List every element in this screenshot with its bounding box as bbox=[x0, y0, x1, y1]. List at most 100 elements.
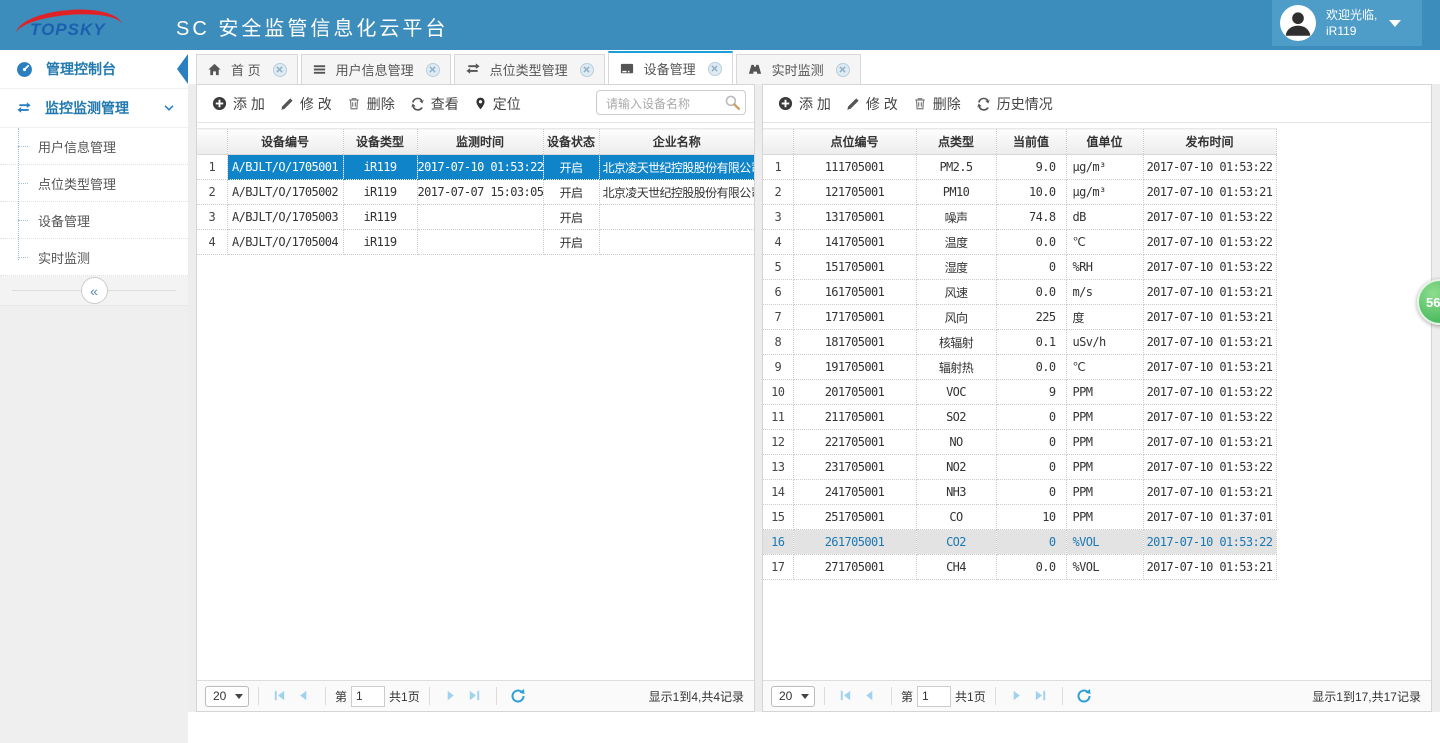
tab-close-icon[interactable] bbox=[708, 62, 722, 76]
table-cell: PPM bbox=[1066, 480, 1143, 505]
column-header[interactable]: 设备类型 bbox=[343, 129, 417, 155]
column-header[interactable]: 值单位 bbox=[1066, 129, 1143, 155]
device-table: 设备编号设备类型监测时间设备状态企业名称1A/BJLT/O/1705001iR1… bbox=[197, 128, 754, 255]
topsky-logo[interactable]: TOPSKY bbox=[14, 3, 130, 47]
last-page-icon[interactable] bbox=[467, 688, 483, 704]
reload-page-icon[interactable] bbox=[1076, 688, 1092, 704]
table-row[interactable]: 2A/BJLT/O/1705002iR1192017-07-07 15:03:0… bbox=[197, 180, 754, 205]
first-page-icon[interactable] bbox=[272, 688, 288, 704]
table-cell: 131705001 bbox=[793, 205, 916, 230]
table-row[interactable]: 1111705001PM2.59.0μg/m³2017-07-10 01:53:… bbox=[763, 155, 1276, 180]
tab-point-type[interactable]: 点位类型管理 bbox=[454, 54, 605, 84]
table-row[interactable]: 9191705001辐射热0.0℃2017-07-10 01:53:21 bbox=[763, 355, 1276, 380]
tab-close-icon[interactable] bbox=[273, 63, 287, 77]
table-row[interactable]: 3A/BJLT/O/1705003iR119开启 bbox=[197, 205, 754, 230]
table-cell: NH3 bbox=[916, 480, 996, 505]
column-header[interactable]: 企业名称 bbox=[599, 129, 754, 155]
sidebar-item-monitor-mgmt[interactable]: 监控监测管理 bbox=[0, 89, 188, 128]
table-cell: iR119 bbox=[343, 180, 417, 205]
table-row[interactable]: 4A/BJLT/O/1705004iR119开启 bbox=[197, 230, 754, 255]
table-cell: 2017-07-10 01:53:21 bbox=[1143, 480, 1276, 505]
prev-page-icon[interactable] bbox=[296, 688, 312, 704]
edit-button[interactable]: 修 改 bbox=[846, 94, 898, 114]
table-row[interactable]: 16261705001CO20%VOL2017-07-10 01:53:22 bbox=[763, 530, 1276, 555]
row-number-header bbox=[197, 129, 227, 155]
user-menu[interactable]: 欢迎光临, iR119 bbox=[1272, 0, 1422, 46]
tab-user-info[interactable]: 用户信息管理 bbox=[301, 54, 451, 84]
table-row[interactable]: 4141705001温度0.0℃2017-07-10 01:53:22 bbox=[763, 230, 1276, 255]
table-row[interactable]: 10201705001VOC9PPM2017-07-10 01:53:22 bbox=[763, 380, 1276, 405]
tab-close-icon[interactable] bbox=[426, 63, 440, 77]
tab-device[interactable]: 设备管理 bbox=[608, 51, 733, 84]
sidebar-collapse-button[interactable]: « bbox=[0, 276, 188, 306]
view-button[interactable]: 查看 bbox=[410, 94, 459, 114]
table-row[interactable]: 6161705001风速0.0m/s2017-07-10 01:53:21 bbox=[763, 280, 1276, 305]
table-cell: 2017-07-10 01:53:21 bbox=[1143, 330, 1276, 355]
list-icon bbox=[312, 62, 327, 77]
sidebar-item-console[interactable]: 管理控制台 bbox=[0, 50, 188, 89]
history-button[interactable]: 历史情况 bbox=[976, 94, 1053, 114]
table-row[interactable]: 11211705001SO20PPM2017-07-10 01:53:22 bbox=[763, 405, 1276, 430]
table-cell bbox=[417, 205, 543, 230]
locate-button[interactable]: 定位 bbox=[474, 94, 521, 114]
column-header[interactable]: 设备编号 bbox=[227, 129, 343, 155]
sidebar-subitem-device[interactable]: 设备管理 bbox=[0, 202, 188, 239]
last-page-icon[interactable] bbox=[1033, 688, 1049, 704]
collapse-icon[interactable]: « bbox=[81, 277, 108, 304]
table-row[interactable]: 8181705001核辐射0.1uSv/h2017-07-10 01:53:21 bbox=[763, 330, 1276, 355]
table-row[interactable]: 5151705001湿度0%RH2017-07-10 01:53:22 bbox=[763, 255, 1276, 280]
tab-home[interactable]: 首 页 bbox=[196, 54, 298, 84]
page-size-select[interactable]: 20 bbox=[205, 686, 249, 707]
table-cell: 核辐射 bbox=[916, 330, 996, 355]
table-row[interactable]: 2121705001PM1010.0μg/m³2017-07-10 01:53:… bbox=[763, 180, 1276, 205]
table-cell: 111705001 bbox=[793, 155, 916, 180]
sidebar-subitem-label: 用户信息管理 bbox=[38, 137, 116, 156]
page-number-input[interactable] bbox=[351, 686, 385, 707]
column-header[interactable]: 点位编号 bbox=[793, 129, 916, 155]
column-header[interactable]: 点类型 bbox=[916, 129, 996, 155]
table-cell: PPM bbox=[1066, 405, 1143, 430]
table-cell: 2017-07-10 01:53:22 bbox=[1143, 405, 1276, 430]
table-cell: 2017-07-10 01:53:22 bbox=[1143, 205, 1276, 230]
device-search-input[interactable] bbox=[604, 92, 726, 115]
add-button[interactable]: 添 加 bbox=[778, 94, 831, 114]
prev-page-icon[interactable] bbox=[862, 688, 878, 704]
tab-realtime[interactable]: 实时监测 bbox=[736, 54, 861, 84]
delete-button[interactable]: 删除 bbox=[913, 94, 961, 114]
table-cell: %VOL bbox=[1066, 555, 1143, 580]
page-size-select[interactable]: 20 bbox=[771, 686, 815, 707]
tab-close-icon[interactable] bbox=[836, 63, 850, 77]
first-page-icon[interactable] bbox=[838, 688, 854, 704]
column-header[interactable]: 当前值 bbox=[996, 129, 1066, 155]
table-row[interactable]: 3131705001噪声74.8dB2017-07-10 01:53:22 bbox=[763, 205, 1276, 230]
table-cell: 开启 bbox=[543, 180, 599, 205]
device-panel: 添 加修 改删除查看定位 设备编号设备类型监测时间设备状态企业名称1A/BJLT… bbox=[196, 84, 755, 712]
page-title: SC 安全监管信息化云平台 bbox=[176, 12, 448, 41]
table-row[interactable]: 1A/BJLT/O/1705001iR1192017-07-10 01:53:2… bbox=[197, 155, 754, 180]
column-header[interactable]: 监测时间 bbox=[417, 129, 543, 155]
add-button[interactable]: 添 加 bbox=[212, 94, 265, 114]
delete-button[interactable]: 删除 bbox=[347, 94, 395, 114]
table-row[interactable]: 7171705001风向225度2017-07-10 01:53:21 bbox=[763, 305, 1276, 330]
table-row[interactable]: 14241705001NH30PPM2017-07-10 01:53:21 bbox=[763, 480, 1276, 505]
table-row[interactable]: 12221705001NO0PPM2017-07-10 01:53:21 bbox=[763, 430, 1276, 455]
column-header[interactable]: 发布时间 bbox=[1143, 129, 1276, 155]
table-row[interactable]: 15251705001CO10PPM2017-07-10 01:37:01 bbox=[763, 505, 1276, 530]
sidebar-subitem-realtime[interactable]: 实时监测 bbox=[0, 239, 188, 276]
row-number-cell: 4 bbox=[763, 230, 793, 255]
column-header[interactable]: 设备状态 bbox=[543, 129, 599, 155]
page-number-input[interactable] bbox=[917, 686, 951, 707]
table-row[interactable]: 17271705001CH40.0%VOL2017-07-10 01:53:21 bbox=[763, 555, 1276, 580]
next-page-icon[interactable] bbox=[1009, 688, 1025, 704]
edit-button[interactable]: 修 改 bbox=[280, 94, 332, 114]
reload-page-icon[interactable] bbox=[510, 688, 526, 704]
sidebar-subitem-point-type[interactable]: 点位类型管理 bbox=[0, 165, 188, 202]
next-page-icon[interactable] bbox=[443, 688, 459, 704]
table-row[interactable]: 13231705001NO20PPM2017-07-10 01:53:22 bbox=[763, 455, 1276, 480]
search-icon[interactable] bbox=[724, 94, 741, 116]
pin-icon bbox=[474, 96, 487, 111]
tab-close-icon[interactable] bbox=[580, 63, 594, 77]
row-number-cell: 8 bbox=[763, 330, 793, 355]
sidebar-subitem-user-info[interactable]: 用户信息管理 bbox=[0, 128, 188, 165]
table-cell: uSv/h bbox=[1066, 330, 1143, 355]
